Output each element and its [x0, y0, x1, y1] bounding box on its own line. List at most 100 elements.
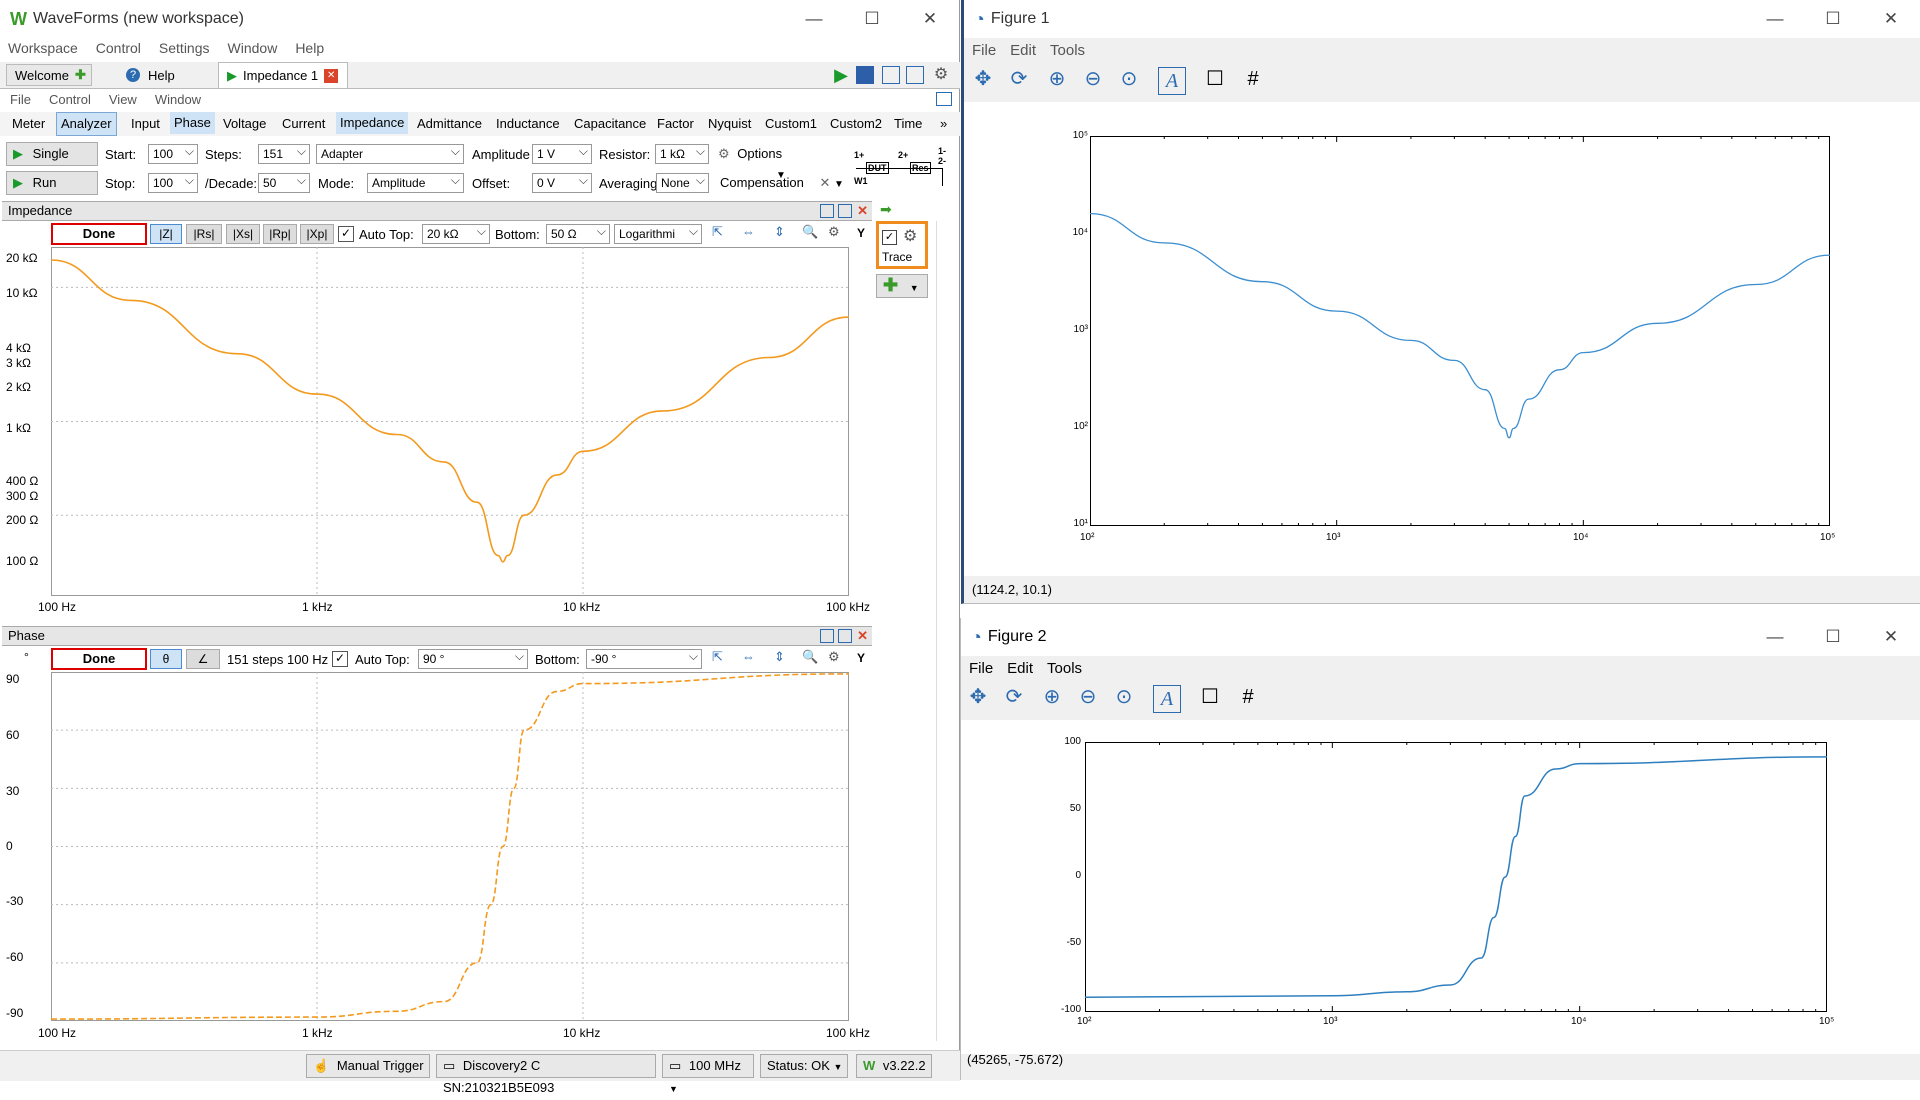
cascade-icon[interactable] [882, 66, 900, 84]
version-badge[interactable]: W v3.22.2 [856, 1054, 932, 1078]
plot-settings-icon[interactable]: ⚙ [828, 224, 840, 240]
run-all-button[interactable]: ▶ [830, 64, 852, 86]
tab-input[interactable]: Input [127, 112, 164, 136]
text-icon[interactable]: A [1153, 685, 1181, 713]
adapter-select[interactable]: Adapter [316, 142, 464, 164]
menu-help[interactable]: Help [295, 40, 324, 60]
maximize-button[interactable]: ☐ [843, 0, 901, 38]
single-button[interactable]: ▶ Single [6, 142, 98, 166]
grid-icon[interactable]: # [1238, 64, 1268, 94]
settings-gear-icon[interactable]: ⚙ [930, 64, 952, 86]
phase-y-axis-button[interactable]: Y [852, 649, 870, 669]
pan-icon[interactable]: ✥ [963, 682, 993, 712]
trace-z-button[interactable]: |Z| [150, 224, 182, 244]
stop-select[interactable]: 100 [148, 171, 198, 193]
steps-select[interactable]: 151 [258, 142, 310, 164]
decade-select[interactable]: 50 [258, 171, 310, 193]
trace-rs-button[interactable]: |Rs| [186, 224, 222, 244]
figure2-plot[interactable] [1085, 742, 1827, 1012]
fig1-menu-edit[interactable]: Edit [1010, 42, 1036, 62]
manual-trigger-button[interactable]: ☝ Manual Trigger [306, 1054, 430, 1078]
y-axis-button[interactable]: Y [852, 224, 870, 244]
tab-impedance-mode[interactable]: Impedance [336, 112, 409, 134]
minimize-button[interactable]: — [1746, 0, 1804, 38]
options-button[interactable]: ⚙ Options ▼ [718, 144, 838, 181]
restore-icon[interactable] [820, 629, 834, 643]
tile-icon[interactable] [906, 66, 924, 84]
zoom-in-icon[interactable]: ⊕ [1037, 682, 1067, 712]
close-panel-icon[interactable]: ✕ [857, 627, 868, 645]
start-select[interactable]: 100 [148, 142, 198, 164]
export-arrow-icon[interactable]: ➡ [880, 201, 892, 218]
fit-horizontal-icon[interactable]: ⇔ [742, 649, 755, 664]
refresh-icon[interactable]: ⟳ [999, 682, 1029, 712]
compensation-button[interactable]: Compensation ✕ ▼ [720, 173, 850, 193]
zoom-in-icon[interactable]: ⊕ [1042, 64, 1072, 94]
tab-inductance[interactable]: Inductance [492, 112, 564, 136]
trace-xs-button[interactable]: |Xs| [226, 224, 260, 244]
figure1-plot[interactable] [1090, 136, 1830, 526]
plot-settings-icon[interactable]: ⚙ [828, 649, 840, 665]
trace-box[interactable]: ✓ ⚙ Trace [876, 221, 928, 269]
impedance-plot[interactable] [51, 247, 849, 596]
close-button[interactable]: ✕ [901, 0, 959, 38]
stop-all-button[interactable] [856, 66, 874, 84]
trace-theta-button[interactable]: θ [150, 649, 182, 669]
tab-analyzer[interactable]: Analyzer [56, 112, 117, 136]
resistor-select[interactable]: 1 kΩ [655, 142, 709, 164]
maximize-icon[interactable] [838, 204, 852, 218]
tab-meter[interactable]: Meter [8, 112, 49, 136]
phase-plot[interactable] [51, 672, 849, 1021]
phase-auto-top-checkbox[interactable]: ✓ [332, 651, 348, 667]
scale-select[interactable]: Logarithmi [614, 224, 702, 244]
submenu-view[interactable]: View [109, 92, 137, 110]
tab-voltage[interactable]: Voltage [219, 112, 270, 136]
fig2-menu-file[interactable]: File [969, 660, 993, 680]
zoom-reset-icon[interactable]: ⊙ [1109, 682, 1139, 712]
cursor-icon[interactable]: ⇱ [712, 649, 723, 665]
tab-time[interactable]: Time [890, 112, 926, 136]
fig1-menu-tools[interactable]: Tools [1050, 42, 1085, 62]
minimize-button[interactable]: — [1746, 618, 1804, 656]
amplitude-select[interactable]: 1 V [532, 142, 592, 164]
tab-capacitance[interactable]: Capacitance [570, 112, 650, 136]
submenu-control[interactable]: Control [49, 92, 91, 110]
fit-vertical-icon[interactable]: ⇕ [774, 224, 785, 240]
grid-icon[interactable]: # [1233, 682, 1263, 712]
device-button[interactable]: ▭ Discovery2 C SN:210321B5E093 [436, 1054, 656, 1095]
fit-horizontal-icon[interactable]: ⇔ [742, 224, 755, 239]
status-indicator[interactable]: Status: OK ▼ [760, 1054, 848, 1078]
bottom-select[interactable]: 50 Ω [546, 222, 610, 244]
mode-select[interactable]: Amplitude [367, 171, 464, 193]
tab-current[interactable]: Current [278, 112, 329, 136]
fit-vertical-icon[interactable]: ⇕ [774, 649, 785, 665]
tab-factor[interactable]: Factor [653, 112, 698, 136]
trace-settings-icon[interactable]: ⚙ [903, 226, 917, 246]
box-icon[interactable]: ☐ [1200, 64, 1230, 94]
zoom-reset-icon[interactable]: ⊙ [1114, 64, 1144, 94]
tab-welcome[interactable]: Welcome ✚ [6, 64, 92, 86]
phase-bottom-select[interactable]: -90 ° [586, 647, 702, 669]
menu-workspace[interactable]: Workspace [8, 40, 78, 60]
trace-xp-button[interactable]: |Xp| [300, 224, 334, 244]
menu-control[interactable]: Control [96, 40, 141, 60]
cursor-icon[interactable]: ⇱ [712, 224, 723, 240]
tab-help[interactable]: ? Help [118, 64, 198, 86]
zoom-icon[interactable]: 🔍 [802, 649, 818, 665]
maximize-icon[interactable] [838, 629, 852, 643]
close-button[interactable]: ✕ [1862, 618, 1920, 656]
side-scrollbar[interactable] [936, 221, 951, 1041]
menu-settings[interactable]: Settings [159, 40, 210, 60]
tab-impedance[interactable]: ▶ Impedance 1 ✕ [218, 62, 348, 88]
fig2-menu-tools[interactable]: Tools [1047, 660, 1082, 680]
menu-window[interactable]: Window [228, 40, 278, 60]
tab-custom2[interactable]: Custom2 [826, 112, 886, 136]
text-icon[interactable]: A [1158, 67, 1186, 95]
submenu-file[interactable]: File [10, 92, 31, 110]
close-panel-icon[interactable]: ✕ [857, 202, 868, 220]
tab-custom1[interactable]: Custom1 [761, 112, 821, 136]
close-button[interactable]: ✕ [1862, 0, 1920, 38]
zoom-icon[interactable]: 🔍 [802, 224, 818, 240]
refresh-icon[interactable]: ⟳ [1004, 64, 1034, 94]
zoom-out-icon[interactable]: ⊖ [1073, 682, 1103, 712]
